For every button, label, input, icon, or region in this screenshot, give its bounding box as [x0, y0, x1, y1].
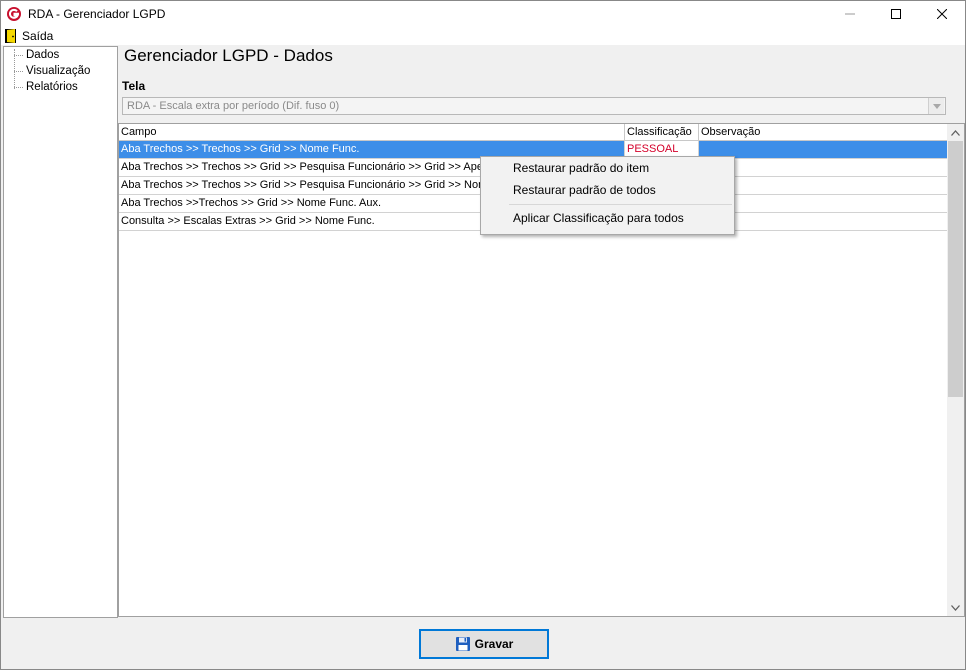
page-title: Gerenciador LGPD - Dados — [124, 46, 333, 65]
save-button[interactable]: Gravar — [419, 629, 549, 659]
sidebar-item-visualizacao[interactable]: Visualização — [4, 63, 117, 79]
menu-separator — [509, 204, 732, 205]
tela-label: Tela — [122, 79, 146, 93]
sidebar-item-dados[interactable]: Dados — [4, 47, 117, 63]
cell-observacao[interactable] — [699, 159, 948, 176]
app-window: RDA - Gerenciador LGPD Saída Dados Visua… — [0, 0, 966, 670]
maximize-button[interactable] — [873, 1, 919, 26]
window-title: RDA - Gerenciador LGPD — [28, 6, 166, 21]
title-bar: RDA - Gerenciador LGPD — [1, 1, 965, 26]
menu-exit-label: Saída — [22, 28, 54, 43]
menu-item-apply-classification-all[interactable]: Aplicar Classificação para todos — [481, 207, 734, 229]
tela-select-value: RDA - Escala extra por período (Dif. fus… — [127, 100, 340, 112]
app-logo-icon — [6, 6, 22, 22]
sidebar-tree: Dados Visualização Relatórios — [3, 46, 118, 618]
column-header-observacao[interactable]: Observação — [699, 124, 948, 141]
cell-observacao[interactable] — [699, 141, 948, 158]
grid-vertical-scrollbar[interactable] — [947, 124, 964, 616]
menu-bar: Saída — [1, 26, 965, 45]
column-header-campo[interactable]: Campo — [119, 124, 625, 141]
scroll-down-icon[interactable] — [947, 599, 964, 616]
column-header-classificacao[interactable]: Classificação — [625, 124, 699, 141]
sidebar-item-relatorios[interactable]: Relatórios — [4, 79, 117, 95]
chevron-down-icon[interactable] — [928, 98, 944, 114]
minimize-button[interactable] — [827, 1, 873, 26]
maximize-icon — [891, 6, 901, 22]
cell-observacao[interactable] — [699, 213, 948, 230]
menu-item-restore-all[interactable]: Restaurar padrão de todos — [481, 179, 734, 201]
save-button-label: Gravar — [474, 637, 514, 651]
scroll-thumb[interactable] — [948, 141, 963, 397]
close-icon — [936, 6, 948, 22]
context-menu: Restaurar padrão do item Restaurar padrã… — [480, 156, 735, 235]
cell-observacao[interactable] — [699, 177, 948, 194]
scroll-up-icon[interactable] — [947, 124, 964, 141]
cell-observacao[interactable] — [699, 195, 948, 212]
tela-select[interactable]: RDA - Escala extra por período (Dif. fus… — [122, 97, 946, 115]
menu-item-restore-item[interactable]: Restaurar padrão do item — [481, 157, 734, 179]
menu-exit[interactable]: Saída — [1, 28, 53, 44]
minimize-icon — [845, 6, 855, 22]
floppy-disk-icon — [455, 636, 471, 652]
door-exit-icon — [4, 28, 18, 44]
close-button[interactable] — [919, 1, 965, 26]
grid-header: Campo Classificação Observação — [119, 124, 948, 141]
